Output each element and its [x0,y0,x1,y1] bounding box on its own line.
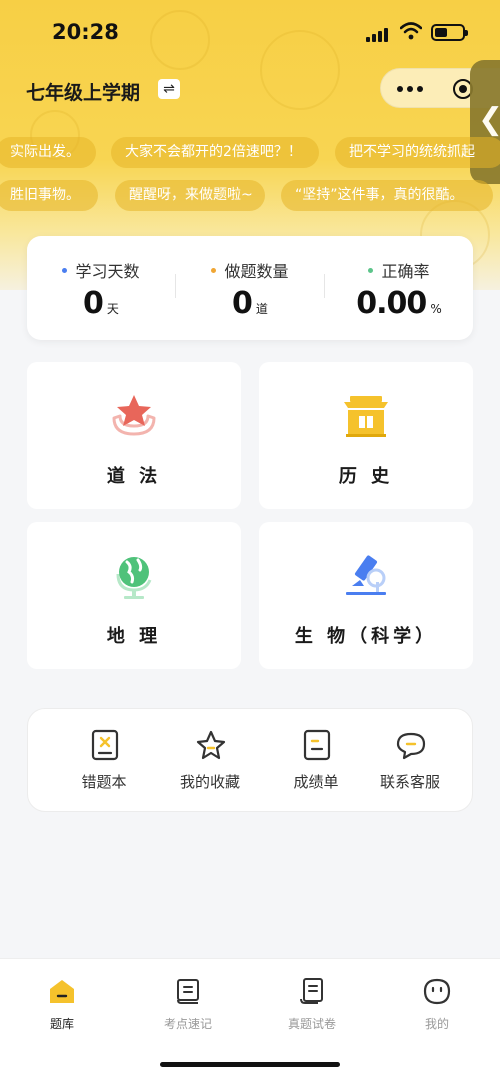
tab-label: 真题试卷 [287,1017,336,1031]
signal-icon [366,26,392,42]
ticker-pill: “坚持”这件事，真的很酷。 [281,180,493,211]
stat-dot [368,268,374,273]
tool-label: 我的收藏 [179,773,240,791]
tab-label: 我的 [424,1017,449,1031]
temple-icon [344,396,388,437]
tab-label: 考点速记 [163,1017,212,1031]
star-icon [112,395,156,436]
stat-label: 做题数量 [224,262,289,281]
ticker-pill: 实际出发。 [0,137,96,168]
subject-card-history[interactable]: 历 史 [259,362,473,509]
wifi-icon [400,22,422,40]
ticker-pill: 把不学习的统统抓起 [335,137,500,168]
home-indicator [160,1062,340,1067]
favorites-button[interactable]: 我的收藏 [160,729,260,799]
subject-card-biology[interactable]: 生 物（科学） [259,522,473,669]
subject-name: 历 史 [338,466,394,487]
chevron-left-icon: ❮ [478,102,500,137]
tab-past-papers[interactable]: 真题试卷 [262,975,362,1035]
ticker-pill: 大家不会都开的2倍速吧？！ [111,137,319,168]
microscope-icon [346,555,386,595]
wrong-book-button[interactable]: 错题本 [54,729,154,799]
scroll-icon [300,978,323,1004]
tab-question-bank[interactable]: 题库 [12,975,112,1035]
subject-name: 生 物（科学） [294,626,438,647]
ticker-pill: 胜旧事物。 [0,180,98,211]
more-icon[interactable] [395,80,427,98]
subject-name: 地 理 [106,626,162,647]
home-icon [50,980,74,1003]
stat-study-days: 学习天数 0天 [27,236,175,340]
tool-label: 成绩单 [293,773,339,791]
stat-unit: % [430,302,442,316]
ticker-row-1: 实际出发。 大家不会都开的2倍速吧？！ 把不学习的统统抓起 [0,137,500,169]
report-icon [303,729,331,761]
bottom-tab-bar: 题库 考点速记 真题试卷 我的 [0,958,500,1068]
battery-icon [431,24,468,41]
wrong-book-icon [91,729,119,761]
face-icon [423,978,451,1005]
stat-label: 学习天数 [75,262,140,281]
report-card-button[interactable]: 成绩单 [266,729,366,799]
clock: 20:28 [52,20,119,44]
semester-title[interactable]: 七年级上学期 [26,78,140,105]
tab-key-points[interactable]: 考点速记 [138,975,238,1035]
tab-mine[interactable]: 我的 [387,975,487,1035]
tools-card: 错题本 我的收藏 成绩单 联系客服 [27,708,473,812]
swap-icon[interactable]: ⇌ [158,79,180,99]
stat-value: 0 [232,286,253,321]
stat-question-count: 做题数量 0道 [176,236,324,340]
ticker-row-2: 胜旧事物。 醒醒呀，来做题啦~ “坚持”这件事，真的很酷。 [0,180,500,212]
stat-dot [62,268,68,273]
stat-unit: 道 [255,302,268,316]
subject-card-geography[interactable]: 地 理 [27,522,241,669]
chat-icon [396,732,426,760]
status-bar: 20:28 [0,0,500,64]
tab-label: 题库 [49,1017,74,1031]
stat-accuracy: 正确率 0.00% [325,236,473,340]
contact-support-button[interactable]: 联系客服 [360,729,460,799]
subject-name: 道 法 [106,466,162,487]
stat-value: 0.00 [356,286,427,321]
tool-label: 联系客服 [379,773,440,791]
stat-label: 正确率 [381,262,430,281]
stat-unit: 天 [106,302,119,316]
stat-value: 0 [83,286,104,321]
star-outline-icon [196,730,226,760]
ticker-pill: 醒醒呀，来做题啦~ [115,180,265,211]
stat-dot [211,268,217,273]
tool-label: 错题本 [81,773,127,791]
book-icon [177,979,199,1004]
subject-card-law[interactable]: 道 法 [27,362,241,509]
stats-card: 学习天数 0天 做题数量 0道 正确率 0.00% [27,236,473,340]
globe-icon [116,557,152,599]
